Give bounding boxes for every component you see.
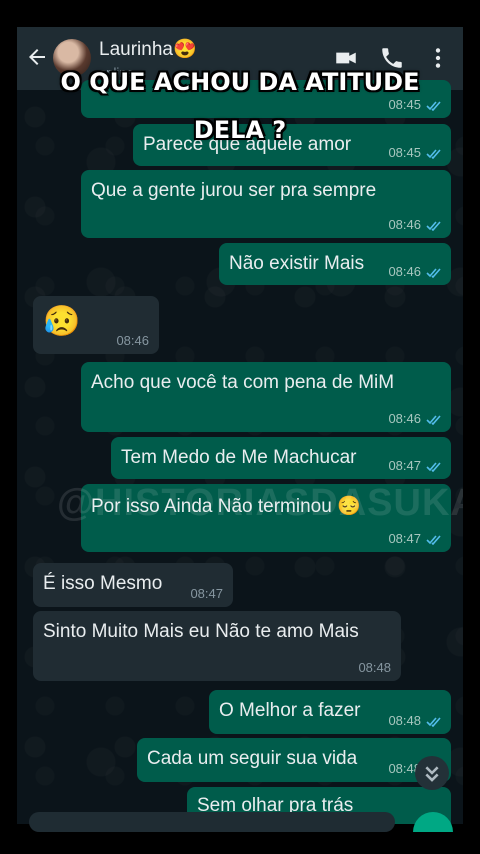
message-text: Cada um seguir sua vida	[147, 748, 358, 769]
scroll-to-bottom-button[interactable]	[415, 756, 449, 790]
heart-eyes-emoji: 😍	[172, 39, 197, 60]
message-bubble-incoming[interactable]: Sinto Muito Mais eu Não te amo Mais 08:4…	[33, 611, 401, 681]
message-bubble-outgoing[interactable]: Acho que você ta com pena de MiM 08:46	[81, 362, 451, 432]
message-bubble-outgoing[interactable]: Não existir Mais 08:46	[219, 243, 451, 285]
chevron-down-icon	[425, 766, 439, 782]
contact-name[interactable]: Laurinha😍	[99, 37, 197, 61]
mic-button[interactable]	[413, 812, 453, 832]
overlay-caption-line1: O QUE ACHOU DA ATITUDE	[60, 68, 420, 96]
double-check-icon	[426, 717, 441, 727]
double-check-icon	[426, 268, 441, 278]
sad-face-emoji: 😥	[43, 305, 81, 338]
message-text: Sinto Muito Mais eu Não te amo Mais	[43, 621, 359, 642]
double-check-icon	[426, 535, 441, 545]
watermark: @HISTORIASDASUKA	[57, 482, 463, 524]
message-bubble-outgoing[interactable]: Tem Medo de Me Machucar 08:47	[111, 437, 451, 479]
phone-screen: Laurinha😍 online 08:45 Parece que aquele…	[17, 27, 463, 824]
double-check-icon	[426, 415, 441, 425]
message-text: Que a gente jurou ser pra sempre	[91, 180, 377, 201]
message-bubble-outgoing[interactable]: Cada um seguir sua vida 08:48	[137, 738, 451, 782]
message-bubble-outgoing[interactable]: Que a gente jurou ser pra sempre 08:46	[81, 170, 451, 238]
double-check-icon	[426, 149, 441, 159]
double-check-icon	[426, 101, 441, 111]
message-text: Não existir Mais	[229, 253, 365, 274]
overlay-caption-line2: DELA ?	[193, 116, 287, 144]
message-input[interactable]	[29, 812, 395, 832]
compose-bar	[17, 812, 463, 832]
message-bubble-incoming[interactable]: 😥 08:46	[33, 296, 159, 354]
back-arrow-icon[interactable]	[25, 45, 49, 69]
message-text: É isso Mesmo	[43, 573, 163, 594]
double-check-icon	[426, 462, 441, 472]
message-text: Acho que você ta com pena de MiM	[91, 372, 395, 393]
double-check-icon	[426, 221, 441, 231]
message-bubble-incoming[interactable]: É isso Mesmo 08:47	[33, 563, 233, 607]
message-text: O Melhor a fazer	[219, 700, 361, 721]
message-list[interactable]: 08:45 Parece que aquele amor 08:45 Que a…	[17, 80, 463, 824]
message-bubble-outgoing[interactable]: O Melhor a fazer 08:48	[209, 690, 451, 734]
message-text: Tem Medo de Me Machucar	[121, 447, 357, 468]
